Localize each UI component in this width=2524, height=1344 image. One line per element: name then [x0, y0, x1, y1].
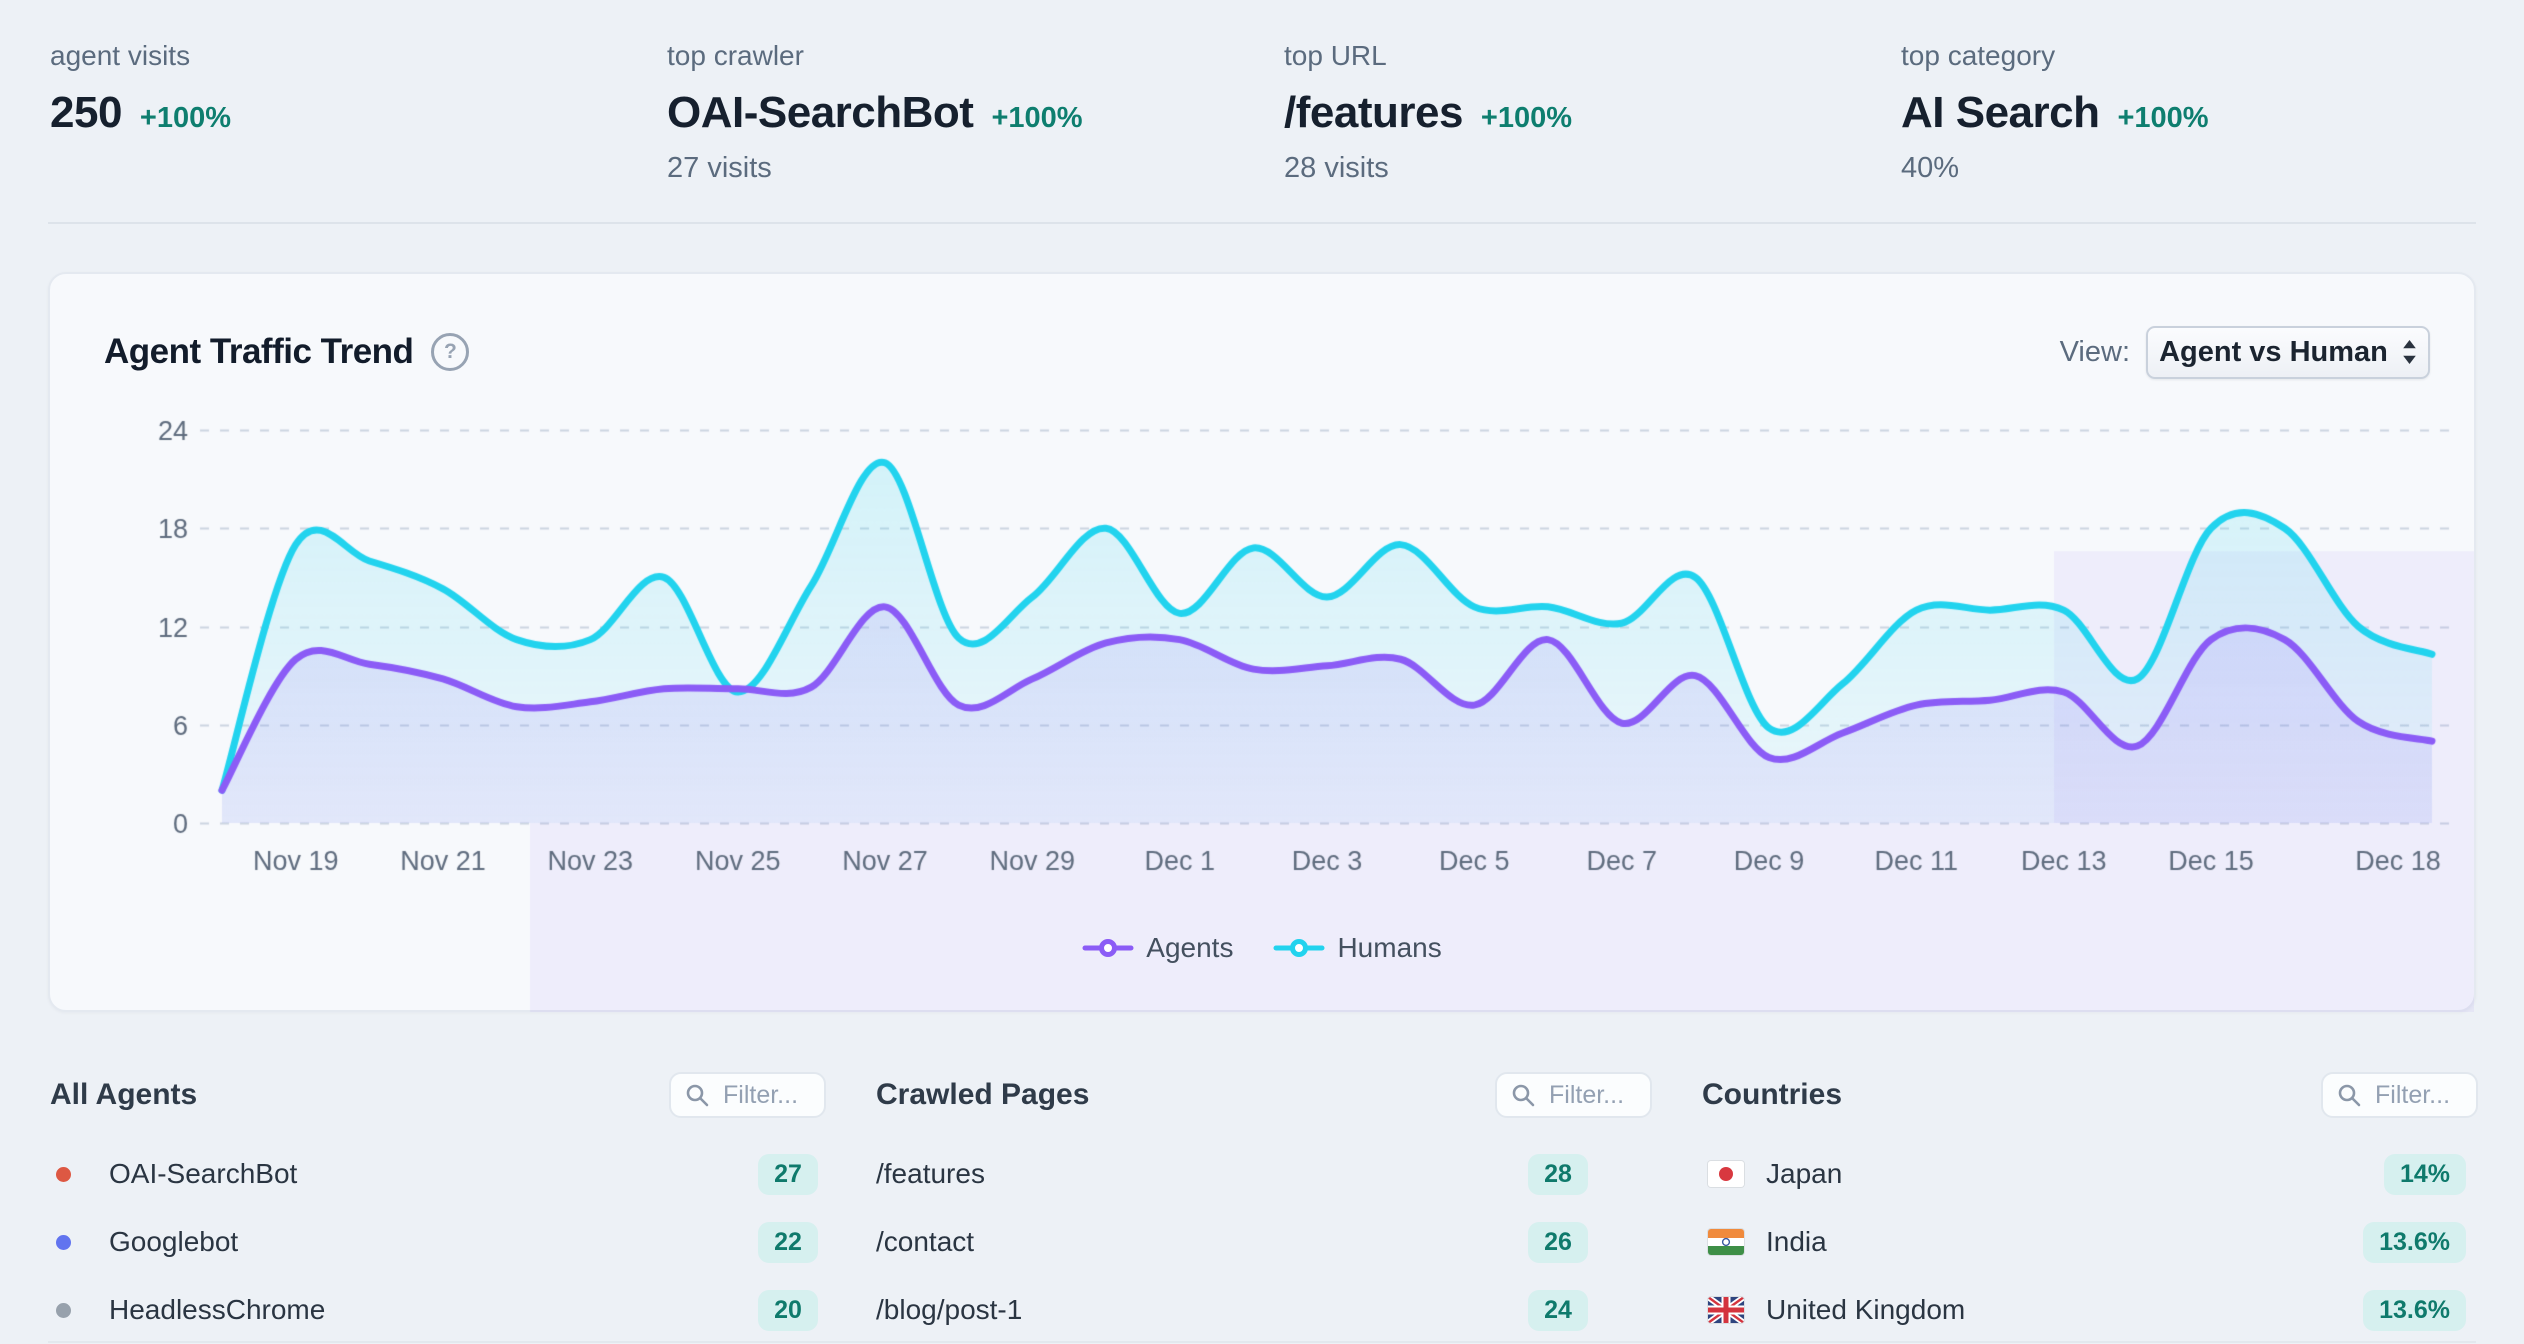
filter-input[interactable] [669, 1072, 826, 1118]
stat-delta-badge: +100% [2117, 102, 2208, 135]
list-item-name: HeadlessChrome [109, 1294, 325, 1326]
chart-title: Agent Traffic Trend [104, 332, 413, 372]
list-item[interactable]: /blog/post-1 24 [876, 1276, 1652, 1344]
filter-input[interactable] [2321, 1072, 2478, 1118]
stat-delta-badge: +100% [1481, 102, 1572, 135]
list-item[interactable]: Googlebot 22 [50, 1208, 826, 1276]
list-item[interactable]: /features 28 [876, 1140, 1652, 1208]
stat-subtext: 28 visits [1284, 152, 1901, 186]
list-item-value-badge: 27 [758, 1154, 818, 1195]
stat-value: /features [1284, 88, 1463, 138]
agent-color-dot-icon [56, 1303, 71, 1318]
stat-delta-badge: +100% [140, 102, 231, 135]
list-item[interactable]: OAI-SearchBot 27 [50, 1140, 826, 1208]
stat-value: OAI-SearchBot [667, 88, 973, 138]
agent-color-dot-icon [56, 1167, 71, 1182]
list-item-name: United Kingdom [1766, 1294, 1965, 1326]
japan-flag-icon [1708, 1161, 1744, 1187]
uk-flag-icon [1708, 1297, 1744, 1323]
list-title: Crawled Pages [876, 1078, 1089, 1112]
list-item-name: Googlebot [109, 1226, 238, 1258]
list-column: Countries Japan 14% India 13.6% [1702, 1072, 2478, 1344]
list-item-name: OAI-SearchBot [109, 1158, 297, 1190]
stat-value: AI Search [1901, 88, 2099, 138]
divider [48, 222, 2476, 224]
list-item-value-badge: 14% [2384, 1154, 2466, 1195]
list-column: Crawled Pages /features 28 /contact 26 [876, 1072, 1652, 1344]
stat-card: top crawler OAI-SearchBot +100% 27 visit… [667, 40, 1284, 186]
filter-input[interactable] [1495, 1072, 1652, 1118]
stats-row: agent visits 250 +100% top crawler OAI-S… [50, 40, 2476, 186]
list-item-value-badge: 13.6% [2363, 1222, 2466, 1263]
view-select[interactable]: Agent vs Human [2146, 326, 2430, 379]
traffic-trend-chart[interactable] [50, 394, 2474, 1012]
list-item-name: /features [876, 1158, 985, 1190]
list-title: All Agents [50, 1078, 197, 1112]
list-item-value-badge: 24 [1528, 1290, 1588, 1331]
stat-subtext: 40% [1901, 152, 2476, 186]
list-item[interactable]: India 13.6% [1702, 1208, 2478, 1276]
legend-line-icon [1082, 938, 1134, 958]
list-item-name: /contact [876, 1226, 974, 1258]
list-item-value-badge: 13.6% [2363, 1290, 2466, 1331]
stat-label: top URL [1284, 40, 1901, 72]
list-item[interactable]: United Kingdom 13.6% [1702, 1276, 2478, 1344]
stat-label: top category [1901, 40, 2476, 72]
list-title: Countries [1702, 1078, 1842, 1112]
view-select-label: View: [2060, 336, 2130, 369]
help-icon[interactable]: ? [431, 333, 469, 371]
legend-line-icon [1273, 938, 1325, 958]
list-item-value-badge: 20 [758, 1290, 818, 1331]
stat-subtext [50, 152, 667, 186]
list-item-name: Japan [1766, 1158, 1842, 1190]
stat-subtext: 27 visits [667, 152, 1284, 186]
stat-card: top URL /features +100% 28 visits [1284, 40, 1901, 186]
view-select-value: Agent vs Human [2159, 336, 2388, 369]
list-item[interactable]: /contact 26 [876, 1208, 1652, 1276]
list-item[interactable]: Japan 14% [1702, 1140, 2478, 1208]
legend-item-humans[interactable]: Humans [1273, 932, 1441, 964]
lists-section: All Agents OAI-SearchBot 27 Googlebot 22 [50, 1072, 2478, 1344]
list-item-name: /blog/post-1 [876, 1294, 1022, 1326]
divider [48, 1341, 2476, 1343]
stat-label: agent visits [50, 40, 667, 72]
select-arrows-icon [2402, 339, 2417, 365]
list-item-value-badge: 28 [1528, 1154, 1588, 1195]
legend-item-agents[interactable]: Agents [1082, 932, 1233, 964]
list-item-value-badge: 22 [758, 1222, 818, 1263]
list-item[interactable]: HeadlessChrome 20 [50, 1276, 826, 1344]
stat-card: agent visits 250 +100% [50, 40, 667, 186]
list-item-value-badge: 26 [1528, 1222, 1588, 1263]
stat-delta-badge: +100% [991, 102, 1082, 135]
stat-card: top category AI Search +100% 40% [1901, 40, 2476, 186]
list-item-name: India [1766, 1226, 1827, 1258]
stat-label: top crawler [667, 40, 1284, 72]
legend-label: Agents [1146, 932, 1233, 964]
agent-traffic-trend-card: Agent Traffic Trend ? View: Agent vs Hum… [48, 272, 2476, 1012]
legend-label: Humans [1337, 932, 1441, 964]
list-column: All Agents OAI-SearchBot 27 Googlebot 22 [50, 1072, 826, 1344]
chart-legend: Agents Humans [50, 926, 2474, 970]
india-flag-icon [1708, 1229, 1744, 1255]
stat-value: 250 [50, 88, 122, 138]
agent-color-dot-icon [56, 1235, 71, 1250]
